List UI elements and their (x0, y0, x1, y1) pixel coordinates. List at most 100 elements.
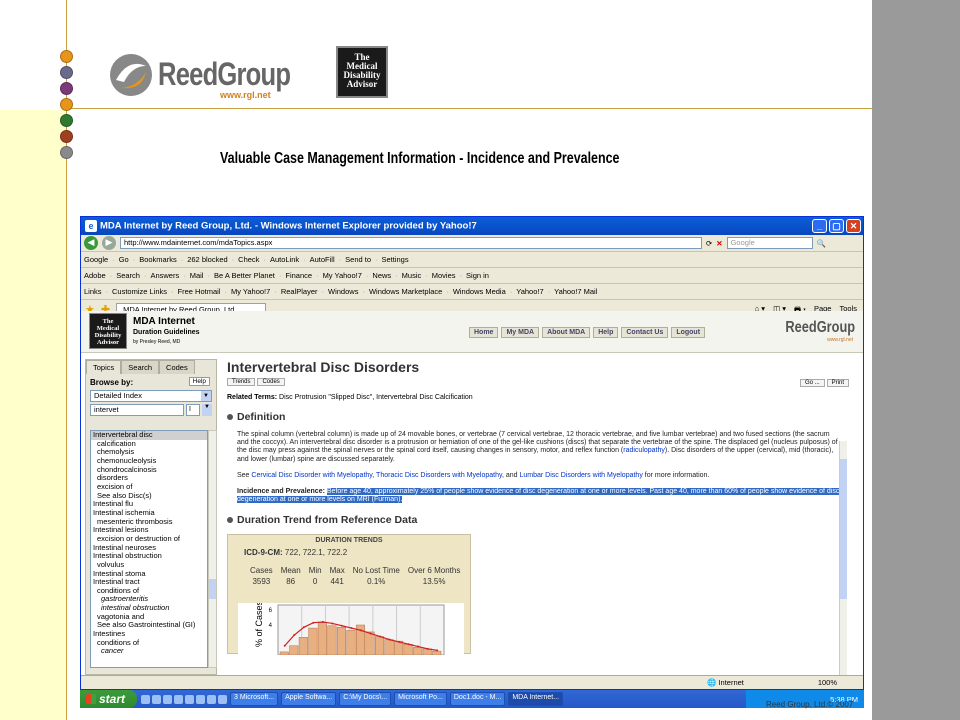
site-nav-contact-us[interactable]: Contact Us (621, 327, 669, 338)
site-nav-about-mda[interactable]: About MDA (542, 327, 591, 338)
site-mda-logo: The Medical Disability Advisor (89, 313, 127, 349)
refresh-icon[interactable]: ⟳ (706, 239, 712, 248)
links-bar-item[interactable]: Yahoo!7 (516, 287, 543, 296)
links-bar-item[interactable]: Free Hotmail (178, 287, 221, 296)
search-icon[interactable]: 🔍 (817, 239, 826, 248)
trends-button[interactable]: Trends (227, 378, 256, 386)
links-bar-item[interactable]: Windows Media (453, 287, 506, 296)
taskbar-button[interactable]: Microsoft Po... (394, 692, 447, 706)
links-bar-item[interactable]: Customize Links (112, 287, 167, 296)
yahoo-toolbar-item[interactable]: Mail (190, 271, 204, 280)
google-toolbar-item[interactable]: Check (238, 255, 259, 264)
maximize-button[interactable]: ▢ (829, 219, 844, 233)
cervical-link[interactable]: Cervical Disc Disorder with Myelopathy (251, 472, 372, 479)
google-toolbar-item[interactable]: Google (84, 255, 108, 264)
taskbar-button[interactable]: Doc1.doc - M... (449, 692, 506, 706)
taskbar-button[interactable]: MDA Internet... (508, 692, 564, 706)
stop-icon[interactable]: ✕ (716, 239, 722, 248)
back-button[interactable]: ◀ (84, 236, 98, 250)
site-nav-my-mda[interactable]: My MDA (501, 327, 540, 338)
quick-launch-icon[interactable] (163, 694, 173, 704)
print-button[interactable]: Print (826, 379, 849, 387)
quick-launch-icon[interactable] (141, 694, 151, 704)
histogram-bar (375, 636, 385, 656)
google-toolbar-item[interactable]: Bookmarks (139, 255, 177, 264)
toolbar-separator: · (338, 255, 342, 264)
chevron-down-icon[interactable]: ▼ (201, 391, 211, 401)
incidence-text[interactable]: Before age 40, approximately 25% of peop… (237, 488, 840, 504)
quick-launch-icon[interactable] (196, 694, 206, 704)
minimize-button[interactable]: _ (812, 219, 827, 233)
help-button[interactable]: Help (188, 377, 210, 386)
quick-launch-icon[interactable] (152, 694, 162, 704)
histogram-bar (279, 652, 289, 656)
browse-select[interactable]: Detailed Index ▼ (90, 390, 212, 402)
yahoo-toolbar-item[interactable]: Answers (150, 271, 179, 280)
taskbar-button[interactable]: C:\My Docs\... (339, 692, 392, 706)
google-toolbar-item[interactable]: 262 blocked (187, 255, 227, 264)
quick-launch-icon[interactable] (207, 694, 217, 704)
index-search: intervet I ▼ (90, 404, 212, 416)
google-toolbar-item[interactable]: AutoLink (270, 255, 299, 264)
yahoo-toolbar-item[interactable]: Music (402, 271, 422, 280)
quick-launch-icon[interactable] (218, 694, 228, 704)
links-bar-item[interactable]: My Yahoo!7 (231, 287, 270, 296)
page-scroll-thumb[interactable] (840, 459, 847, 599)
address-input[interactable]: http://www.mdainternet.com/mdaTopics.asp… (120, 237, 702, 249)
google-toolbar-item[interactable]: Go (119, 255, 129, 264)
site-nav: Home My MDA About MDA Help Contact Us Logout (469, 327, 706, 338)
radiculopathy-link[interactable]: radiculopathy (623, 447, 665, 454)
index-search-input[interactable]: intervet (90, 404, 184, 416)
index-list: Intervertebral disc calcification chemolys… (90, 430, 208, 668)
taskbar-buttons: 3 Microsoft... Apple Softwa... C:\My Docs\… (227, 692, 564, 706)
codes-button[interactable]: Codes (257, 378, 285, 386)
yahoo-toolbar-item[interactable]: News (372, 271, 391, 280)
close-button[interactable]: ✕ (846, 219, 861, 233)
panel-tab-search[interactable]: Search (121, 360, 160, 374)
google-toolbar-item[interactable]: Settings (382, 255, 409, 264)
links-bar-item[interactable]: Windows Marketplace (369, 287, 442, 296)
histogram-bar (327, 625, 337, 656)
topics-panel: Topics Search Codes Browse by: Help Detail… (85, 359, 217, 675)
histogram-bar (346, 630, 356, 656)
google-toolbar-item[interactable]: AutoFill (310, 255, 335, 264)
index-letter-input[interactable]: I (186, 404, 200, 416)
panel-tab-codes[interactable]: Codes (159, 360, 195, 374)
quick-launch-icon[interactable] (185, 694, 195, 704)
taskbar-button[interactable]: 3 Microsoft... (230, 692, 279, 706)
see-prefix: See (237, 471, 250, 479)
links-bar-item[interactable]: Links (84, 287, 102, 296)
links-bar-item[interactable]: RealPlayer (281, 287, 318, 296)
toolbar-separator: · (109, 271, 113, 280)
links-bar-item[interactable]: Yahoo!7 Mail (554, 287, 597, 296)
yahoo-toolbar-item[interactable]: Movies (432, 271, 456, 280)
google-toolbar-item[interactable]: Send to (345, 255, 371, 264)
taskbar-button[interactable]: Apple Softwa... (281, 692, 337, 706)
forward-button[interactable]: ▶ (102, 236, 116, 250)
start-button[interactable]: start (80, 690, 138, 708)
index-scrollbar[interactable] (208, 430, 217, 668)
index-scroll-thumb[interactable] (209, 579, 216, 599)
yahoo-toolbar-item[interactable]: Sign in (466, 271, 489, 280)
yahoo-toolbar-item[interactable]: Finance (285, 271, 312, 280)
thoracic-link[interactable]: Thoracic Disc Disorders with Myelopathy (376, 472, 502, 479)
lumbar-link[interactable]: Lumbar Disc Disorders with Myelopathy (520, 472, 643, 479)
page-scrollbar[interactable] (839, 441, 847, 675)
yahoo-toolbar-item[interactable]: Be A Better Planet (214, 271, 275, 280)
links-bar-item[interactable]: Windows (328, 287, 358, 296)
site-nav-help[interactable]: Help (593, 327, 619, 338)
go-button[interactable]: Go ... (799, 379, 825, 387)
list-item[interactable]: cancer (91, 647, 207, 656)
mda-logo-line: Medical (96, 325, 120, 332)
table-header-cell: Over 6 Months (407, 566, 461, 576)
site-nav-logout[interactable]: Logout (671, 327, 706, 338)
panel-tab-topics[interactable]: Topics (86, 360, 122, 374)
yahoo-toolbar-item[interactable]: My Yahoo!7 (323, 271, 362, 280)
chevron-down-icon[interactable]: ▼ (202, 404, 212, 416)
yahoo-toolbar-item[interactable]: Search (116, 271, 140, 280)
site-nav-home[interactable]: Home (469, 327, 499, 338)
zoom-level[interactable]: 100% (818, 678, 837, 687)
quick-launch-icon[interactable] (174, 694, 184, 704)
search-input[interactable]: Google (726, 237, 813, 249)
yahoo-toolbar-item[interactable]: Adobe (84, 271, 106, 280)
